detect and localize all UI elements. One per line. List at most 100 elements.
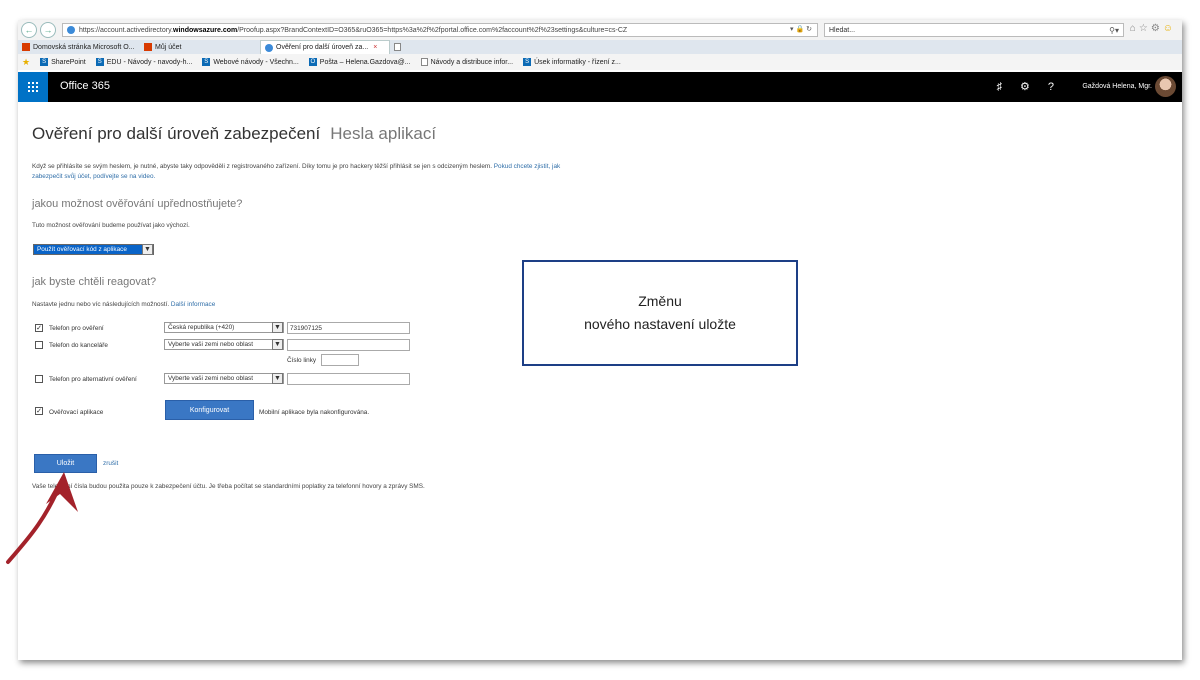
select-value: Vyberte vaši zemi nebo oblast: [168, 375, 254, 382]
sharepoint-icon: S: [202, 58, 211, 66]
auth-app-checkbox[interactable]: ✓: [35, 407, 43, 415]
favorites-bar: ★ S SharePoint S EDU - Návody - navody-h..…: [18, 54, 1182, 70]
favorite-item[interactable]: Návody a distribuce infor...: [420, 58, 514, 66]
office-country-select[interactable]: Vyberte vaši zemi nebo oblast ▼: [164, 339, 284, 350]
browser-window: ← → https://account.activedirectory. wind…: [18, 20, 1182, 660]
tab-verification[interactable]: Ověření pro další úroveň za... ×: [260, 40, 390, 54]
intro-body: Když se přihlásíte se svým heslem, je nu…: [32, 163, 492, 170]
more-info-link[interactable]: Další informace: [171, 301, 215, 308]
phone-checkbox[interactable]: ✓: [35, 324, 43, 332]
feedback-smiley-icon[interactable]: ☺: [1163, 23, 1176, 34]
app-launcher-icon[interactable]: [18, 72, 48, 102]
intro-text: Když se přihlásíte se svým heslem, je nu…: [32, 162, 592, 182]
respond-description-text: Nastavte jednu nebo víc následujících mo…: [32, 301, 170, 308]
favorite-item[interactable]: S Úsek informatiky - řízení z...: [523, 58, 621, 66]
url-prefix: https://account.activedirectory.: [79, 26, 174, 34]
footer-note: Vaše telefonní čísla budou použita pouze…: [32, 483, 425, 490]
tab-label: Ověření pro další úroveň za...: [276, 44, 369, 51]
brand-label[interactable]: Office 365: [60, 80, 110, 92]
tab-label: Domovská stránka Microsoft O...: [33, 43, 135, 51]
close-tab-icon[interactable]: ×: [373, 44, 377, 51]
avatar[interactable]: [1155, 76, 1176, 97]
favorites-star-icon[interactable]: ☆: [1139, 23, 1151, 34]
tab-label: Můj účet: [155, 43, 182, 51]
callout-line-1: Změnu: [638, 293, 682, 309]
instruction-callout: Změnu nového nastavení uložte: [522, 260, 798, 366]
page-icon: [420, 58, 428, 66]
alt-country-select[interactable]: Vyberte vaši zemi nebo oblast ▼: [164, 373, 284, 384]
search-field[interactable]: Hledat... ⚲▾: [824, 23, 1124, 37]
favorite-item[interactable]: S EDU - Návody - navody-h...: [95, 58, 193, 66]
phone-label: Telefon pro ověření: [49, 325, 104, 332]
chevron-down-icon[interactable]: ▼: [272, 373, 283, 384]
auth-app-label: Ověřovací aplikace: [49, 409, 104, 416]
chevron-down-icon[interactable]: ▼: [142, 244, 153, 255]
configure-button[interactable]: Konfigurovat: [165, 400, 254, 420]
user-name[interactable]: Gaždová Helena, Mgr.: [1082, 83, 1152, 90]
extension-label: Číslo linky: [287, 357, 317, 364]
sharepoint-icon: S: [95, 58, 104, 66]
help-icon[interactable]: ?: [1048, 81, 1072, 93]
favorites-icon[interactable]: ★: [22, 57, 30, 68]
sharepoint-icon: S: [40, 58, 49, 66]
sharepoint-icon: S: [523, 58, 532, 66]
respond-description: Nastavte jednu nebo víc následujících mo…: [32, 301, 215, 308]
favorite-item[interactable]: S Webové návody - Všechn...: [202, 58, 299, 66]
new-tab-icon: [394, 43, 401, 51]
alt-phone-checkbox[interactable]: [35, 375, 43, 383]
app-passwords-link[interactable]: Hesla aplikací: [330, 124, 436, 143]
select-value: Vyberte vaši zemi nebo oblast: [168, 341, 254, 348]
page-title-main: Ověření pro další úroveň zabezpečení: [32, 124, 321, 143]
preference-description: Tuto možnost ověřování budeme používat j…: [32, 222, 190, 229]
office365-header: Office 365 ♯⚙? Gaždová Helena, Mgr.: [18, 72, 1182, 102]
select-value: Použít ověřovací kód z aplikace: [37, 246, 127, 253]
callout-line-2: nového nastavení uložte: [584, 316, 736, 332]
favorite-label: Návody a distribuce infor...: [430, 58, 514, 66]
tab-bar: Domovská stránka Microsoft O... Můj účet…: [18, 40, 1182, 54]
alt-phone-label: Telefon pro alternativní ověření: [49, 376, 137, 383]
tab-my-account[interactable]: Můj účet: [140, 40, 260, 54]
office-icon: [144, 43, 152, 51]
phone-number-input[interactable]: 731907125: [287, 322, 410, 334]
home-icon[interactable]: ⌂: [1130, 23, 1139, 34]
chevron-down-icon[interactable]: ▼: [272, 322, 283, 333]
alt-phone-input[interactable]: [287, 373, 410, 385]
url-field[interactable]: https://account.activedirectory. windowsa…: [62, 23, 818, 37]
tab-home[interactable]: Domovská stránka Microsoft O...: [18, 40, 140, 54]
page-icon: [67, 26, 75, 34]
cancel-link[interactable]: zrušit: [103, 460, 118, 467]
gear-icon[interactable]: ⚙: [1151, 23, 1163, 34]
chevron-down-icon[interactable]: ▼: [272, 339, 283, 350]
favorite-label: SharePoint: [51, 58, 86, 66]
main-content: Ověření pro další úroveň zabezpečení Hesl…: [32, 124, 1132, 490]
page-icon: [265, 43, 273, 52]
office-phone-input[interactable]: [287, 339, 410, 351]
url-domain: windowsazure.com: [173, 26, 238, 34]
back-button[interactable]: ←: [21, 22, 37, 38]
forward-button[interactable]: →: [40, 22, 56, 38]
extension-input[interactable]: [321, 354, 359, 366]
favorite-label: EDU - Návody - navody-h...: [106, 58, 193, 66]
office-phone-checkbox[interactable]: [35, 341, 43, 349]
default-method-select[interactable]: Použít ověřovací kód z aplikace ▼: [33, 244, 154, 255]
new-tab-button[interactable]: [390, 40, 405, 54]
header-icons: ♯⚙?: [997, 80, 1073, 93]
favorite-label: Úsek informatiky - řízení z...: [534, 58, 621, 66]
address-bar-row: ← → https://account.activedirectory. wind…: [18, 20, 1182, 40]
bell-icon[interactable]: ♯: [997, 81, 1021, 93]
app-status-text: Mobilní aplikace byla nakonfigurována.: [259, 409, 370, 416]
search-icon[interactable]: ⚲▾: [1109, 26, 1119, 35]
url-actions[interactable]: ▾ 🔒 ↻: [790, 25, 812, 33]
phone-country-select[interactable]: Česká republika (+420) ▼: [164, 322, 284, 333]
page-title: Ověření pro další úroveň zabezpečení Hesl…: [32, 124, 1132, 144]
section-heading-respond: jak byste chtěli reagovat?: [32, 276, 157, 288]
annotation-arrow: [6, 472, 78, 564]
select-value: Česká republika (+420): [168, 324, 235, 331]
gear-icon[interactable]: ⚙: [1020, 81, 1048, 93]
office-icon: [22, 43, 30, 51]
url-path: /Proofup.aspx?BrandContextID=O365&ruO365…: [237, 26, 628, 34]
favorite-item[interactable]: O Pošta – Helena.Gazdova@...: [308, 58, 411, 66]
section-heading-preference: jakou možnost ověřování upřednostňujete?: [32, 198, 243, 210]
browser-toolbar-icons: ⌂☆⚙☺: [1130, 23, 1176, 34]
favorite-item[interactable]: S SharePoint: [40, 58, 86, 66]
